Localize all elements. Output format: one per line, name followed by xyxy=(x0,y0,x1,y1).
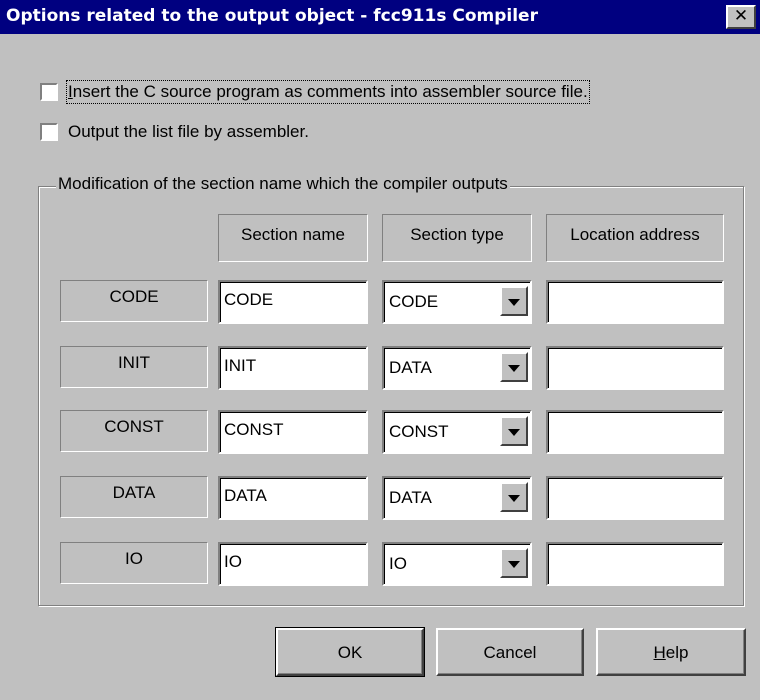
section-type-value-io: IO xyxy=(389,554,407,573)
location-address-header: Location address xyxy=(546,214,724,262)
section-type-dropdown-button-io[interactable] xyxy=(500,548,528,578)
section-name-input-io[interactable]: IO xyxy=(218,542,368,586)
chevron-down-icon xyxy=(508,561,520,568)
section-name-input-data[interactable]: DATA xyxy=(218,476,368,520)
section-group-title: Modification of the section name which t… xyxy=(56,174,510,194)
location-address-input-const[interactable] xyxy=(546,410,724,454)
help-label-rest: elp xyxy=(665,643,689,662)
section-type-select-code[interactable]: CODE xyxy=(382,280,532,324)
help-mnemonic: H xyxy=(653,643,666,662)
row-label-io: IO xyxy=(60,542,208,584)
location-address-input-io[interactable] xyxy=(546,542,724,586)
section-type-dropdown-button-const[interactable] xyxy=(500,416,528,446)
section-type-select-io[interactable]: IO xyxy=(382,542,532,586)
chevron-down-icon xyxy=(508,299,520,306)
window-title: Options related to the output object - f… xyxy=(6,6,538,26)
section-type-value-const: CONST xyxy=(389,422,449,441)
location-address-input-code[interactable] xyxy=(546,280,724,324)
chevron-down-icon xyxy=(508,429,520,436)
section-name-header: Section name xyxy=(218,214,368,262)
section-type-value-init: DATA xyxy=(389,358,432,377)
cancel-button[interactable]: Cancel xyxy=(436,628,584,676)
section-type-dropdown-button-data[interactable] xyxy=(500,482,528,512)
insert-c-source-checkbox[interactable]: Insert the C source program as comments … xyxy=(40,80,590,104)
section-type-dropdown-button-init[interactable] xyxy=(500,352,528,382)
location-address-input-init[interactable] xyxy=(546,346,724,390)
insert-c-source-label-rest: nsert the C source program as comments i… xyxy=(72,82,588,101)
row-label-code: CODE xyxy=(60,280,208,322)
section-type-value-code: CODE xyxy=(389,292,439,311)
help-button[interactable]: Help xyxy=(596,628,746,676)
chevron-down-icon xyxy=(508,495,520,502)
row-label-init: INIT xyxy=(60,346,208,388)
location-address-input-data[interactable] xyxy=(546,476,724,520)
output-list-file-checkbox-box[interactable] xyxy=(40,123,58,141)
section-type-dropdown-button-code[interactable] xyxy=(500,286,528,316)
section-name-input-init[interactable]: INIT xyxy=(218,346,368,390)
row-label-const: CONST xyxy=(60,410,208,452)
section-name-input-const[interactable]: CONST xyxy=(218,410,368,454)
section-type-select-init[interactable]: DATA xyxy=(382,346,532,390)
output-list-file-checkbox[interactable]: Output the list file by assembler. xyxy=(40,122,309,142)
title-bar: Options related to the output object - f… xyxy=(0,0,760,34)
insert-c-source-label[interactable]: Insert the C source program as comments … xyxy=(66,80,590,104)
ok-button[interactable]: OK xyxy=(275,627,425,677)
insert-c-source-checkbox-box[interactable] xyxy=(40,83,58,101)
output-list-file-label[interactable]: Output the list file by assembler. xyxy=(68,122,309,142)
close-icon: ✕ xyxy=(733,6,749,26)
section-type-select-const[interactable]: CONST xyxy=(382,410,532,454)
section-type-value-data: DATA xyxy=(389,488,432,507)
close-button[interactable]: ✕ xyxy=(726,5,756,29)
section-name-input-code[interactable]: CODE xyxy=(218,280,368,324)
chevron-down-icon xyxy=(508,365,520,372)
row-label-data: DATA xyxy=(60,476,208,518)
section-type-select-data[interactable]: DATA xyxy=(382,476,532,520)
section-type-header: Section type xyxy=(382,214,532,262)
